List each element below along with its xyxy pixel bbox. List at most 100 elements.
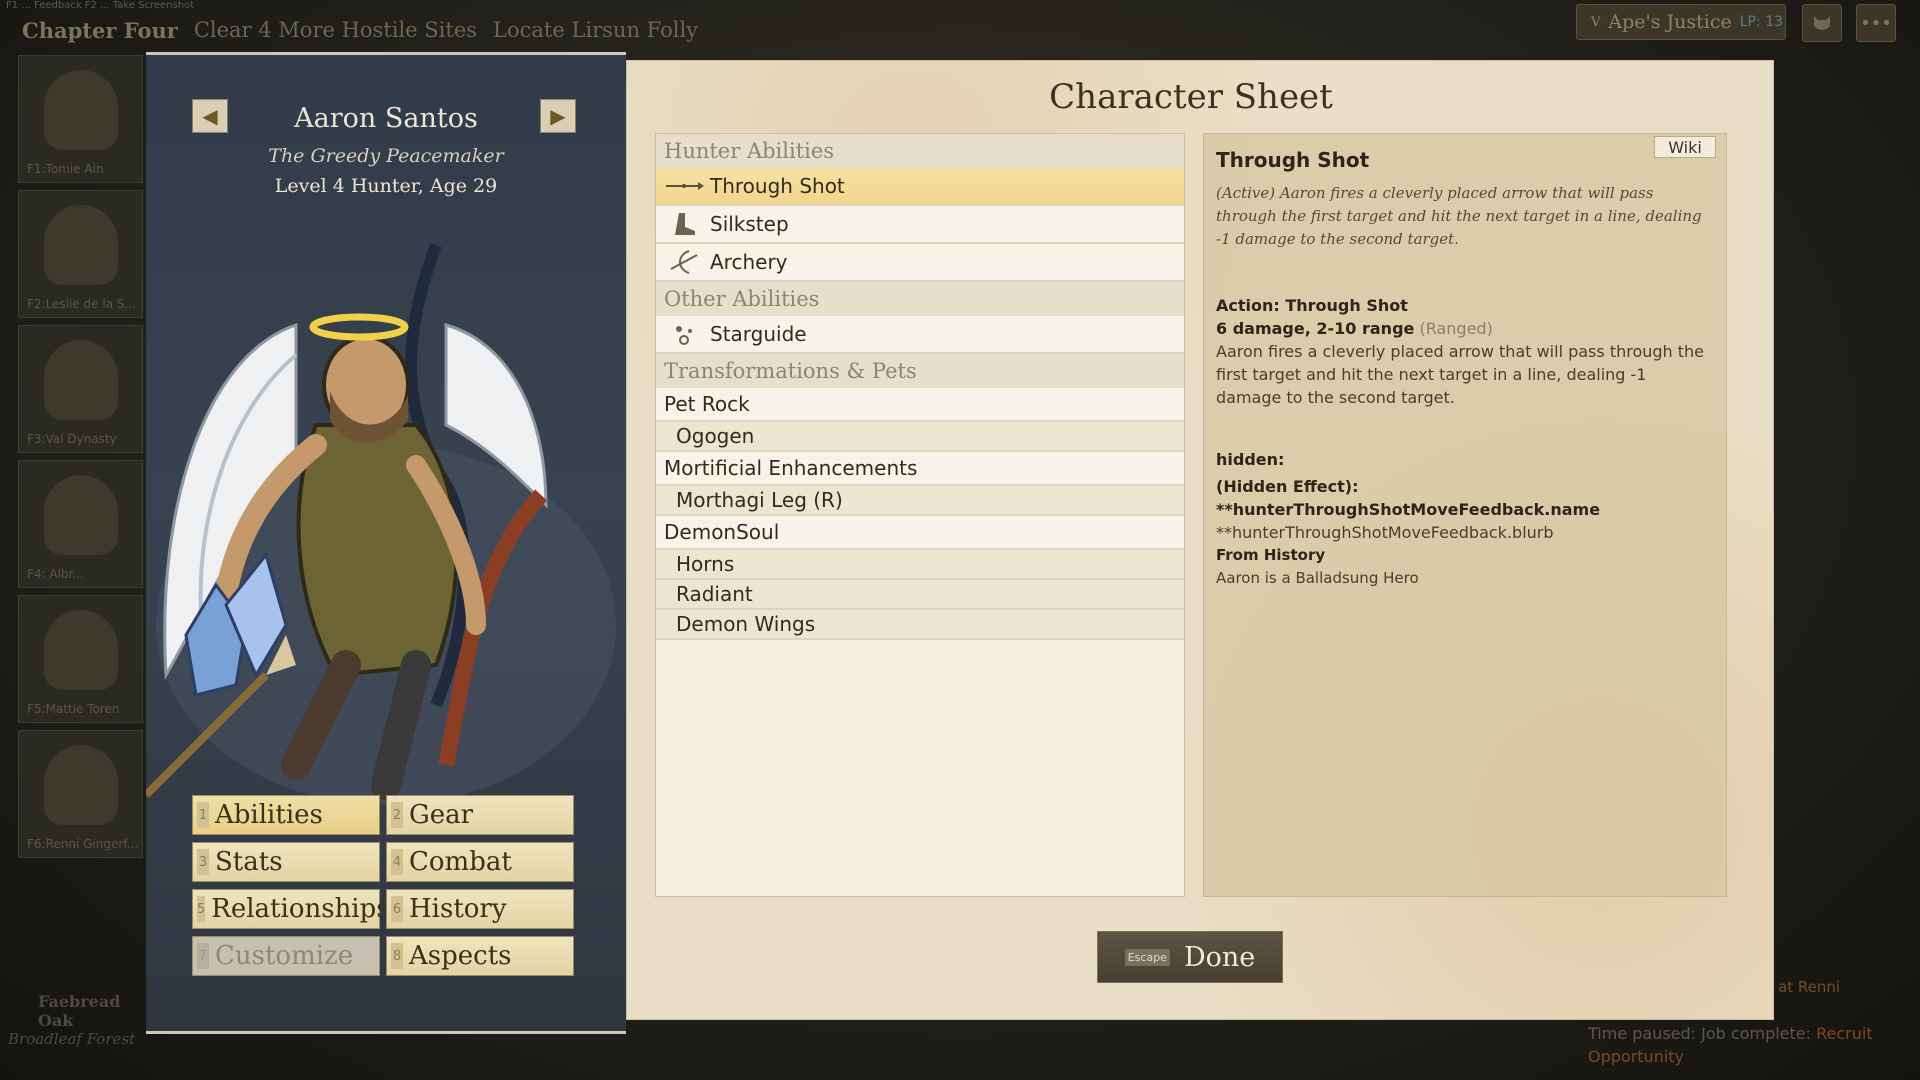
status-text: Time paused: Job complete: [1588,1024,1812,1043]
action-stats: 6 damage, 2-10 range [1216,319,1415,338]
tab-combat[interactable]: 4 Combat [386,842,574,882]
transformation-subrow[interactable]: Horns [656,550,1184,580]
portrait-thumbnail [44,610,118,690]
bow-icon [664,248,704,276]
character-portrait-art [146,242,616,805]
party-member-name: F5:Mattie Toren [27,702,120,716]
action-type: (Ranged) [1419,319,1493,338]
hotkey-badge: 2 [391,802,403,828]
portrait-thumbnail [44,475,118,555]
ability-description: (Active) Aaron fires a cleverly placed a… [1216,184,1702,248]
transformation-subrow[interactable]: Ogogen [656,422,1184,452]
section-header-hunter-abilities: Hunter Abilities [656,134,1184,168]
transformation-subrow[interactable]: Radiant [656,580,1184,610]
party-member-card[interactable]: F6:Renni Gingerf... [18,730,143,858]
ability-row-through-shot[interactable]: Through Shot [656,168,1184,206]
section-header-other-abilities: Other Abilities [656,282,1184,316]
character-portrait-panel: ◀ ▶ Aaron Santos The Greedy Peacemaker L… [146,52,626,1034]
party-member-card[interactable]: F3:Val Dynasty [18,325,143,453]
tab-gear[interactable]: 2 Gear [386,795,574,835]
character-sheet-tabs: 1 Abilities 2 Gear 3 Stats 4 Combat 5 Relatio… [192,795,578,976]
party-member-card[interactable]: F5:Mattie Toren [18,595,143,723]
transformation-subrow[interactable]: Morthagi Leg (R) [656,486,1184,516]
transformation-row[interactable]: Pet Rock [656,388,1184,422]
hotkey-badge: 3 [197,849,209,875]
tab-label: Combat [409,847,512,877]
faction-button[interactable]: V Ape's Justice LP: 13 [1576,4,1786,40]
arrow-icon [664,172,704,200]
action-body: Aaron fires a cleverly placed arrow that… [1216,342,1705,407]
ability-detail-panel: Wiki Through Shot (Active) Aaron fires a… [1203,133,1727,897]
hotkey-badge: 7 [197,943,209,969]
status-message: Time paused: Job complete: Recruit Oppor… [1588,1022,1908,1068]
party-member-name: F3:Val Dynasty [27,432,117,446]
boot-icon [664,210,704,238]
stars-icon [664,320,704,348]
wiki-button[interactable]: Wiki [1654,136,1716,158]
history-body: Aaron is a Balladsung Hero [1216,569,1419,587]
character-name: Aaron Santos [294,103,478,134]
done-label: Done [1183,941,1256,973]
ability-row-silkstep[interactable]: Silkstep [656,206,1184,244]
tab-history[interactable]: 6 History [386,889,574,929]
tab-relationships[interactable]: 5 Relationships [192,889,390,929]
ability-row-archery[interactable]: Archery [656,244,1184,282]
party-member-card[interactable]: F4: Albr... [18,460,143,588]
party-member-card[interactable]: F2:Leslie de la S... [18,190,143,318]
faction-name: Ape's Justice [1608,11,1732,33]
done-button[interactable]: Escape Done [1097,931,1283,983]
tab-label: Relationships [211,894,390,924]
portrait-thumbnail [44,340,118,420]
escape-key-hint: Escape [1124,948,1170,966]
portrait-thumbnail [44,205,118,285]
faction-hotkey: V [1591,14,1601,30]
hotkey-badge: 6 [391,896,403,922]
hidden-effect-blurb: **hunterThroughShotMoveFeedback.blurb [1216,523,1554,542]
ability-label: Starguide [710,322,807,346]
tab-customize[interactable]: 7 Customize [192,936,380,976]
action-title: Action: Through Shot [1216,296,1408,315]
location-name: Faebread Oak [38,992,121,1030]
tab-label: Customize [215,941,354,971]
hotkey-badge: 5 [197,896,206,922]
character-title: The Greedy Peacemaker [268,145,504,167]
tab-stats[interactable]: 3 Stats [192,842,380,882]
ability-label: Archery [710,250,788,274]
location-info: Faebread Oak Broadleaf Forest [8,992,148,1048]
location-biome: Broadleaf Forest [8,1030,136,1048]
ability-label: Through Shot [710,174,845,198]
hidden-effect-prefix: (Hidden Effect): [1216,477,1359,496]
hidden-block: hidden: (Hidden Effect): **hunterThrough… [1216,448,1706,544]
portrait-thumbnail [44,70,118,150]
tab-aspects[interactable]: 8 Aspects [386,936,574,976]
party-member-card[interactable]: F1:Tomie Ain [18,55,143,183]
tab-label: Stats [215,847,283,877]
portrait-thumbnail [44,745,118,825]
quest-item[interactable]: Locate Lirsun Folly [493,18,698,43]
character-sheet-panel: Character Sheet Hunter Abilities Through… [626,60,1774,1020]
sheet-title: Character Sheet [1049,77,1333,117]
quest-tracker: Chapter Four Clear 4 More Hostile Sites … [22,18,698,43]
chapter-label[interactable]: Chapter Four [22,18,178,43]
transformation-subrow[interactable]: Demon Wings [656,610,1184,640]
history-title: From History [1216,546,1326,564]
hidden-label: hidden: [1216,450,1285,469]
character-level: Level 4 Hunter, Age 29 [274,175,498,197]
more-menu-button[interactable]: ••• [1856,4,1896,42]
hotkey-badge: 4 [391,849,403,875]
tab-label: Aspects [409,941,512,971]
tab-abilities[interactable]: 1 Abilities [192,795,380,835]
hotkey-hint: F1 ... Feedback F2 ... Take Screenshot [6,0,195,11]
section-header-transformations: Transformations & Pets [656,354,1184,388]
companion-icon[interactable] [1802,4,1842,42]
tab-label: Gear [409,800,474,830]
event-link[interactable]: at Renni [1778,978,1840,996]
ability-row-starguide[interactable]: Starguide [656,316,1184,354]
transformation-row[interactable]: DemonSoul [656,516,1184,550]
ability-label: Silkstep [710,212,789,236]
transformation-row[interactable]: Mortificial Enhancements [656,452,1184,486]
tab-label: History [409,894,507,924]
quest-item[interactable]: Clear 4 More Hostile Sites [194,18,477,43]
hotkey-badge: 1 [197,802,209,828]
hidden-effect-name: **hunterThroughShotMoveFeedback.name [1216,500,1601,519]
